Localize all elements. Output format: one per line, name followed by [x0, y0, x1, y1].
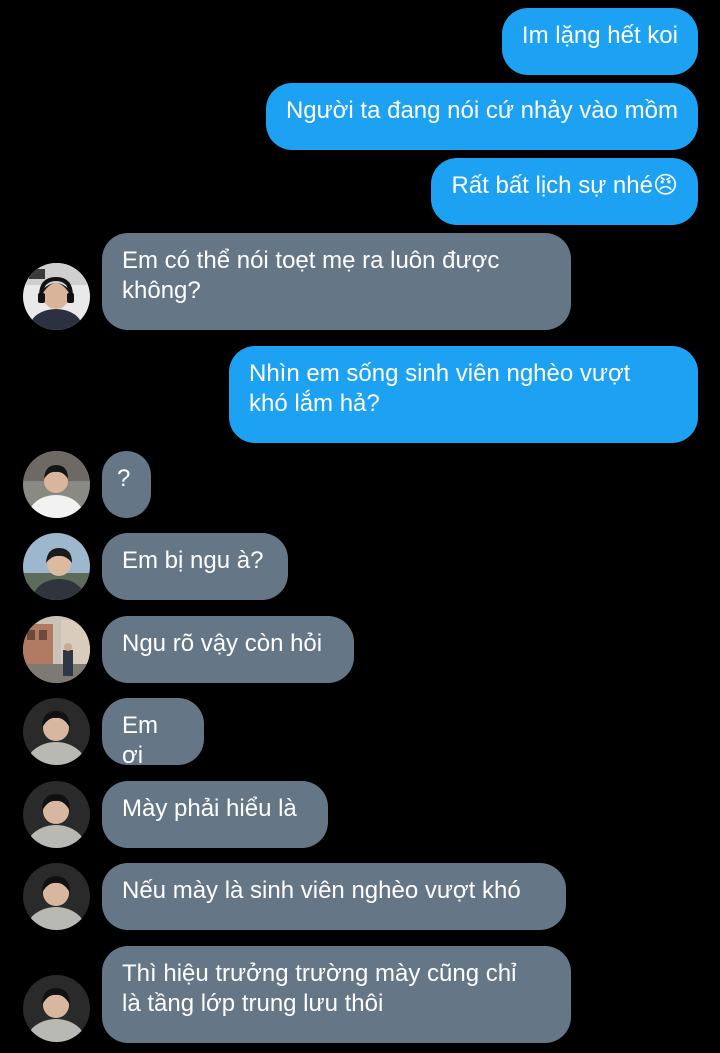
- outgoing-message[interactable]: Im lặng hết koi: [501, 8, 698, 75]
- conversation-thread: Im lặng hết koi Người ta đang nói cứ nhả…: [0, 0, 720, 1053]
- incoming-message[interactable]: Em ơi: [102, 698, 204, 769]
- incoming-message[interactable]: ?: [102, 451, 151, 518]
- avatar[interactable]: [23, 263, 90, 330]
- avatar[interactable]: [23, 533, 90, 600]
- avatar-boy-grey-hoodie-image: [23, 863, 90, 930]
- incoming-message[interactable]: Thì hiệu trưởng trường mày cũng chỉ là t…: [102, 946, 571, 1043]
- avatar[interactable]: [23, 781, 90, 848]
- avatar[interactable]: [23, 698, 90, 765]
- incoming-message[interactable]: Nếu mày là sinh viên nghèo vượt khó: [102, 863, 566, 930]
- incoming-message[interactable]: Mày phải hiểu là: [102, 781, 328, 848]
- incoming-message[interactable]: Em bị ngu à?: [102, 533, 288, 600]
- avatar[interactable]: [23, 863, 90, 930]
- avatar-boy-grey-hoodie-image: [23, 781, 90, 848]
- incoming-message[interactable]: Em có thể nói toẹt mẹ ra luôn được không…: [102, 233, 571, 330]
- outgoing-message[interactable]: Nhìn em sống sinh viên nghèo vượt khó lắ…: [229, 346, 698, 443]
- outgoing-message[interactable]: Rất bất lịch sự nhé😠: [431, 158, 698, 225]
- incoming-message[interactable]: Ngu rõ vậy còn hỏi: [102, 616, 354, 683]
- avatar-boy-white-hoodie-image: [23, 451, 90, 518]
- avatar-boy-grey-hoodie-image: [23, 698, 90, 765]
- outgoing-message[interactable]: Người ta đang nói cứ nhảy vào mồm: [265, 83, 698, 150]
- avatar[interactable]: [23, 451, 90, 518]
- avatar[interactable]: [23, 616, 90, 683]
- avatar-boy-outdoor-image: [23, 533, 90, 600]
- avatar-gamer-headset-image: [23, 263, 90, 330]
- avatar-boy-grey-hoodie-image: [23, 975, 90, 1042]
- avatar[interactable]: [23, 975, 90, 1042]
- avatar-street-scene-image: [23, 616, 90, 683]
